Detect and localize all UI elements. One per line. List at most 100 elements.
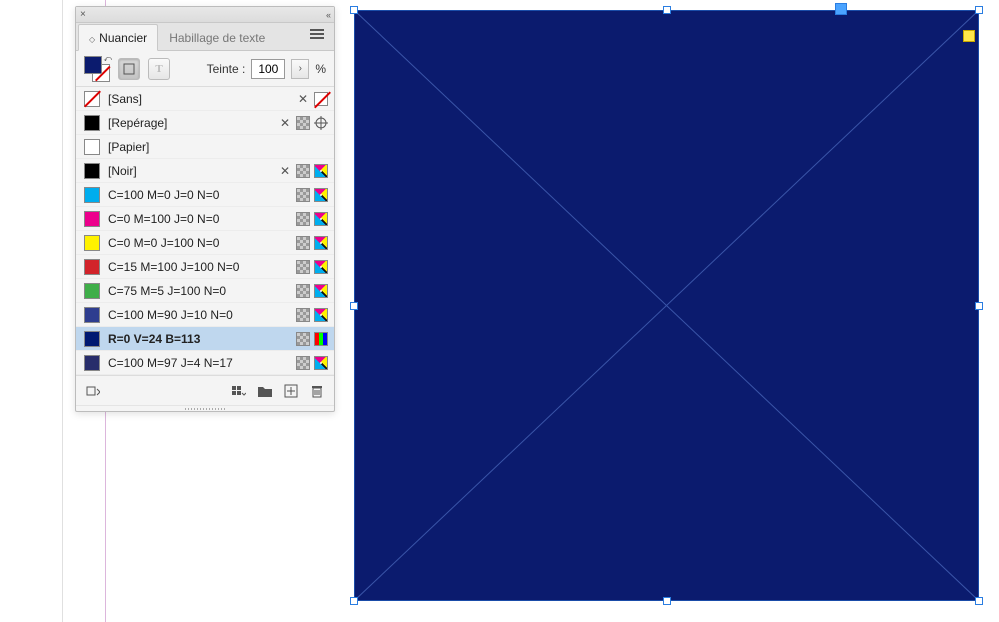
content-grabber[interactable] — [835, 3, 847, 15]
swatch-name: C=15 M=100 J=100 N=0 — [108, 260, 288, 274]
panel-menu-button[interactable] — [302, 21, 332, 50]
tab-swatches[interactable]: ◇Nuancier — [78, 24, 158, 51]
tint-suffix: % — [315, 62, 326, 76]
swatch-row[interactable]: C=100 M=90 J=10 N=0 — [76, 303, 334, 327]
cmyk-icon — [314, 260, 328, 274]
fill-stroke-proxy[interactable]: ⤺ — [84, 56, 110, 82]
process-icon — [296, 356, 310, 370]
menu-icon — [310, 27, 324, 41]
selection-handle[interactable] — [975, 302, 983, 310]
swatch-icons — [296, 212, 328, 226]
swatch-row[interactable]: C=0 M=100 J=0 N=0 — [76, 207, 334, 231]
swatch-name: C=100 M=0 J=0 N=0 — [108, 188, 288, 202]
swatch-icons — [296, 284, 328, 298]
cmyk-icon — [314, 284, 328, 298]
show-swatch-types-button[interactable] — [84, 382, 102, 400]
swatch-name: [Sans] — [108, 92, 288, 106]
tab-text-wrap[interactable]: Habillage de texte — [158, 24, 276, 51]
swatch-chip — [84, 307, 100, 323]
swatch-icons — [296, 188, 328, 202]
cmyk-icon — [314, 236, 328, 250]
swatch-row[interactable]: C=0 M=0 J=100 N=0 — [76, 231, 334, 255]
swatch-row[interactable]: C=15 M=100 J=100 N=0 — [76, 255, 334, 279]
swatch-name: [Noir] — [108, 164, 270, 178]
swatch-name: R=0 V=24 B=113 — [108, 332, 288, 346]
swatch-name: C=75 M=5 J=100 N=0 — [108, 284, 288, 298]
panel-titlebar[interactable]: × ‹‹ — [76, 7, 334, 23]
swatch-row[interactable]: C=75 M=5 J=100 N=0 — [76, 279, 334, 303]
swatch-chip — [84, 163, 100, 179]
selection-handle[interactable] — [350, 6, 358, 14]
process-icon — [296, 308, 310, 322]
swatch-row[interactable]: C=100 M=97 J=4 N=17 — [76, 351, 334, 375]
collapse-icon[interactable]: ‹‹ — [326, 10, 330, 20]
swatch-icons: ✕ — [278, 164, 328, 178]
process-icon — [296, 260, 310, 274]
new-swatch-button[interactable] — [282, 382, 300, 400]
swatch-row[interactable]: C=100 M=0 J=0 N=0 — [76, 183, 334, 207]
swatch-chip — [84, 355, 100, 371]
tint-control: Teinte : › % — [207, 59, 326, 79]
process-icon — [296, 212, 310, 226]
noedit-icon: ✕ — [278, 116, 292, 130]
new-group-button[interactable] — [256, 382, 274, 400]
resize-grip[interactable] — [76, 405, 334, 411]
swatch-name: [Papier] — [108, 140, 320, 154]
options-icon — [232, 384, 246, 398]
swatch-row[interactable]: R=0 V=24 B=113 — [76, 327, 334, 351]
selection-handle[interactable] — [663, 6, 671, 14]
selection-handle[interactable] — [350, 597, 358, 605]
text-formatting-button[interactable]: T — [148, 58, 170, 80]
swatch-row[interactable]: [Papier] — [76, 135, 334, 159]
swatch-icons — [296, 260, 328, 274]
swatch-row[interactable]: [Sans] ✕ — [76, 87, 334, 111]
swatch-row[interactable]: [Repérage] ✕ — [76, 111, 334, 135]
selection-handle[interactable] — [663, 597, 671, 605]
swatch-chip — [84, 331, 100, 347]
new-icon — [284, 384, 298, 398]
swatch-chip — [84, 283, 100, 299]
process-icon — [296, 188, 310, 202]
selection-handle[interactable] — [975, 597, 983, 605]
image-frame[interactable] — [354, 10, 979, 601]
swatch-name: C=100 M=97 J=4 N=17 — [108, 356, 288, 370]
swatch-icons: ✕ — [296, 92, 328, 106]
swatch-row[interactable]: [Noir] ✕ — [76, 159, 334, 183]
swatch-name: C=0 M=0 J=100 N=0 — [108, 236, 288, 250]
swap-icon[interactable]: ⤺ — [103, 54, 112, 64]
swatch-options-button[interactable] — [230, 382, 248, 400]
swatch-icons — [296, 356, 328, 370]
panel-footer — [76, 375, 334, 405]
updown-icon: ◇ — [89, 35, 95, 44]
link-badge-icon[interactable] — [963, 30, 975, 42]
delete-swatch-button[interactable] — [308, 382, 326, 400]
noedit-icon: ✕ — [296, 92, 310, 106]
tint-arrow-button[interactable]: › — [291, 59, 309, 79]
selection-handle[interactable] — [975, 6, 983, 14]
process-icon — [296, 116, 310, 130]
process-icon — [296, 236, 310, 250]
process-icon — [296, 164, 310, 178]
cmyk-icon — [314, 188, 328, 202]
cmyk-icon — [314, 356, 328, 370]
tab-label: Habillage de texte — [169, 31, 265, 45]
swatches-panel: × ‹‹ ◇Nuancier Habillage de texte ⤺ T Te… — [75, 6, 335, 412]
swatch-type-icon — [86, 384, 100, 398]
swatch-chip — [84, 187, 100, 203]
selection-handle[interactable] — [350, 302, 358, 310]
none-icon — [314, 92, 328, 106]
container-formatting-button[interactable] — [118, 58, 140, 80]
swatch-name: [Repérage] — [108, 116, 270, 130]
close-icon[interactable]: × — [80, 9, 86, 20]
cmyk-icon — [314, 308, 328, 322]
swatch-chip — [84, 91, 100, 107]
swatch-chip — [84, 139, 100, 155]
swatch-list: [Sans] ✕ [Repérage] ✕ [Papier] [Noir] ✕ C=100 M… — [76, 87, 334, 375]
cmyk-icon — [314, 164, 328, 178]
swatch-chip — [84, 211, 100, 227]
tint-input[interactable] — [251, 59, 285, 79]
panel-tabs: ◇Nuancier Habillage de texte — [76, 23, 334, 51]
panel-toolbar: ⤺ T Teinte : › % — [76, 51, 334, 87]
swatch-icons — [296, 308, 328, 322]
fill-swatch[interactable] — [84, 56, 102, 74]
